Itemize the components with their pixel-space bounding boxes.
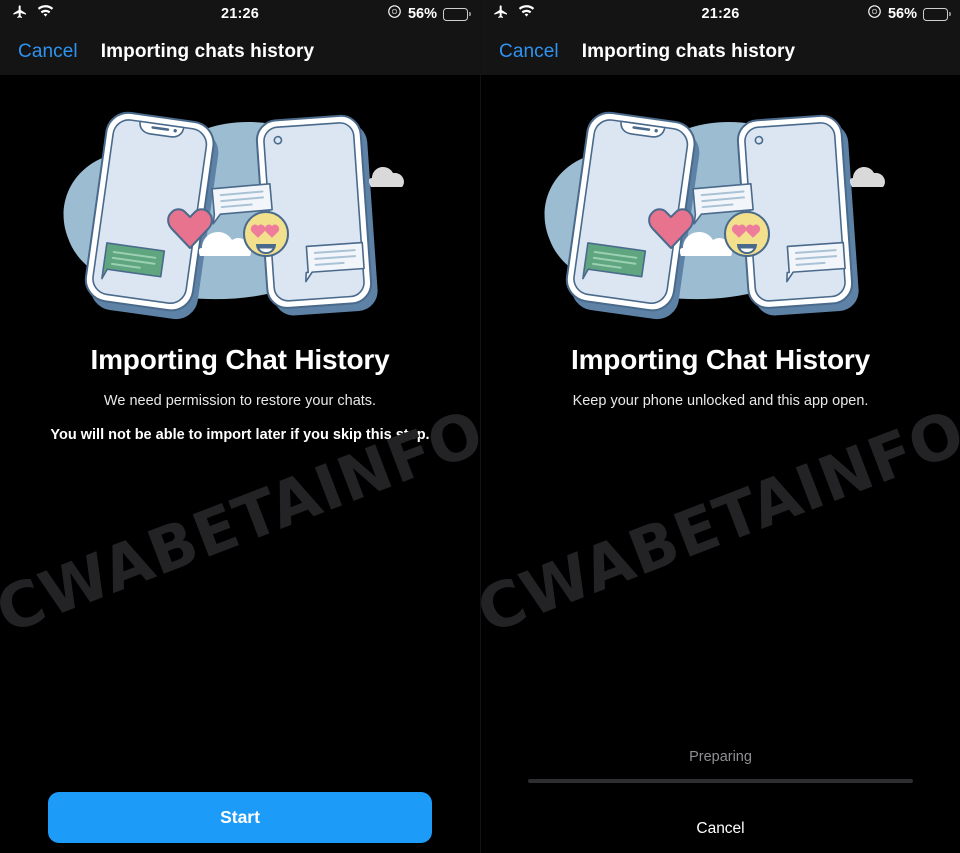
status-bar-left-icons: [493, 4, 535, 25]
heart-eyes-emoji-icon: [243, 211, 289, 257]
chat-history-transfer-illustration: [544, 111, 885, 320]
progress-bar: [528, 779, 913, 783]
wifi-icon: [518, 5, 535, 23]
navigation-bar: Cancel Importing chats history: [0, 28, 480, 75]
chat-history-transfer-illustration: [63, 111, 404, 320]
battery-icon: [443, 7, 471, 21]
status-bar-left-icons: [12, 4, 54, 25]
left-screen-content: CWABETAINFO Importing Chat History We ne…: [0, 90, 480, 853]
airplane-mode-icon: [12, 4, 28, 25]
status-bar: 21:26 56%: [481, 0, 960, 28]
airplane-mode-icon: [493, 4, 509, 25]
nav-title: Importing chats history: [581, 40, 796, 62]
nav-title: Importing chats history: [100, 40, 315, 62]
battery-percent-label: 56%: [887, 6, 917, 22]
import-progress-section: Preparing: [528, 749, 913, 783]
left-screen-panel: 21:26 56% Cancel Importing chats history: [0, 0, 480, 853]
page-title: Importing Chat History: [90, 344, 390, 375]
status-bar-right-icons: 56%: [387, 4, 471, 24]
page-title: Importing Chat History: [571, 344, 870, 375]
battery-icon: [923, 7, 951, 21]
right-screen-content: CWABETAINFO Importing Chat History Keep …: [481, 90, 960, 853]
nav-cancel-button[interactable]: Cancel: [0, 41, 78, 63]
wifi-icon: [37, 5, 54, 23]
nav-cancel-button[interactable]: Cancel: [481, 41, 559, 63]
battery-percent-label: 56%: [407, 6, 437, 22]
rotation-lock-icon: [387, 4, 402, 24]
skip-warning-text: You will not be able to import later if …: [50, 427, 430, 443]
heart-eyes-emoji-icon: [723, 211, 770, 257]
cancel-import-button[interactable]: Cancel: [481, 820, 960, 838]
rotation-lock-icon: [867, 4, 882, 24]
page-subtitle: We need permission to restore your chats…: [103, 393, 377, 409]
start-button[interactable]: Start: [48, 792, 432, 843]
watermark: CWABETAINFO: [480, 395, 960, 648]
status-bar-right-icons: 56%: [867, 4, 951, 24]
navigation-bar: Cancel Importing chats history: [481, 28, 960, 75]
right-screen-panel: 21:26 56% Cancel Importing chats history: [480, 0, 960, 853]
dual-screenshot-container: 21:26 56% Cancel Importing chats history: [0, 0, 960, 853]
progress-status-label: Preparing: [689, 749, 752, 765]
page-subtitle: Keep your phone unlocked and this app op…: [572, 393, 869, 409]
status-bar: 21:26 56%: [0, 0, 480, 28]
